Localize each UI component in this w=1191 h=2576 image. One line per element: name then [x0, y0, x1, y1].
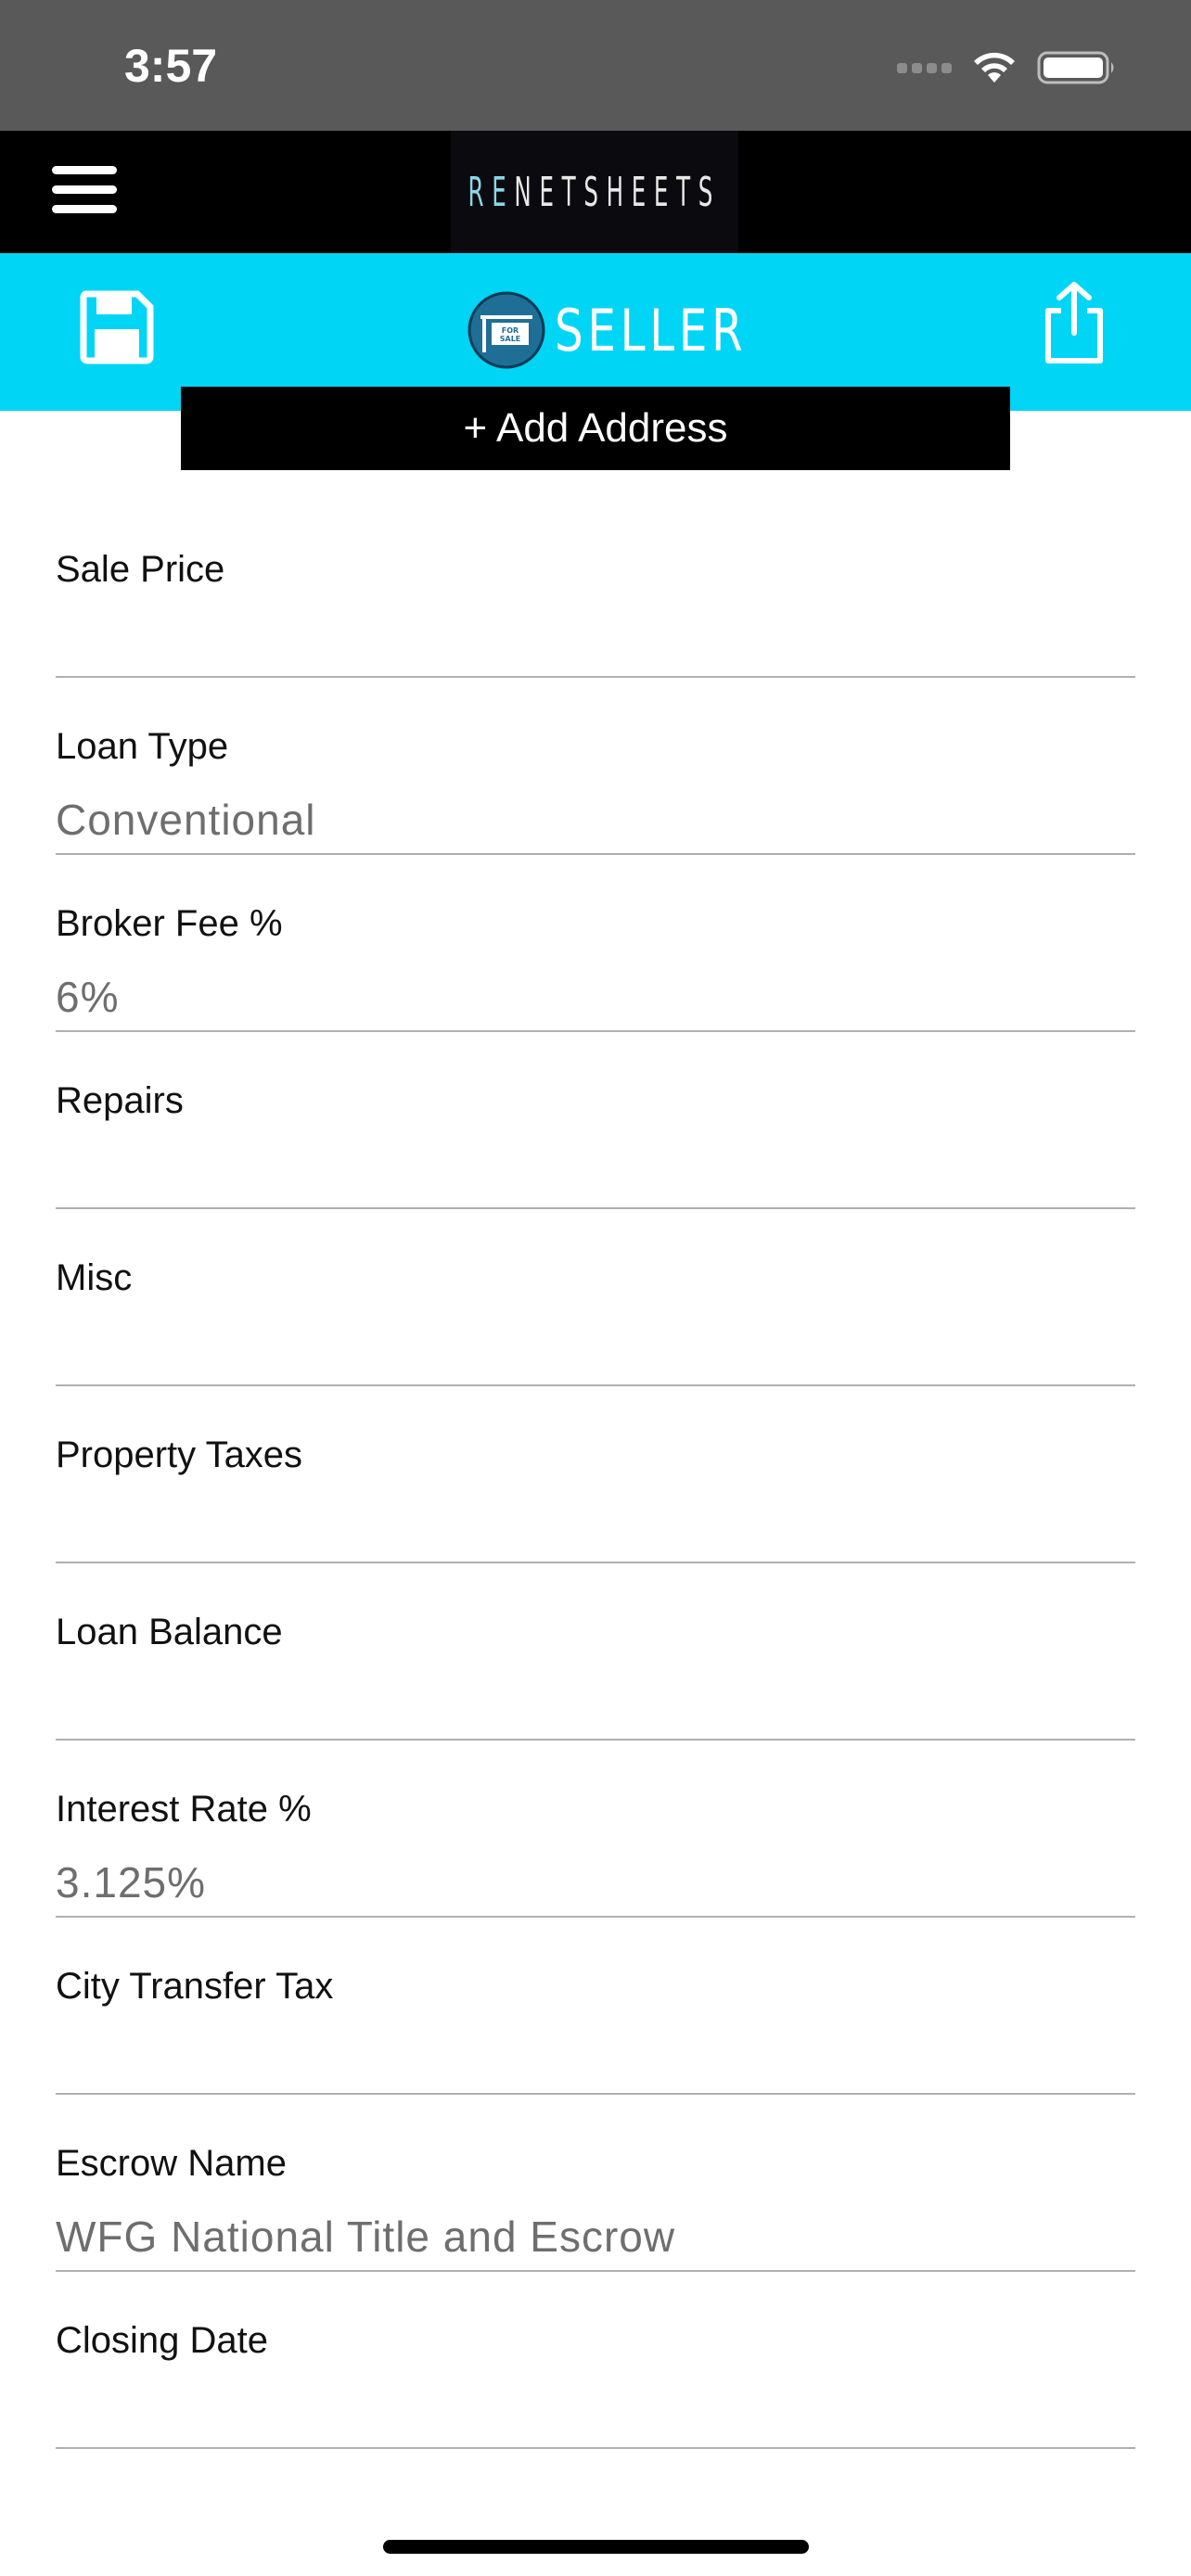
field-broker-fee[interactable]: Broker Fee % 6% — [56, 855, 1135, 1032]
status-time: 3:57 — [124, 40, 218, 92]
field-label: Interest Rate % — [56, 1789, 312, 1830]
add-address-button[interactable]: + Add Address — [181, 387, 1010, 470]
logo-prefix: RE — [467, 168, 515, 216]
field-label: Misc — [56, 1257, 133, 1298]
toolbar-title: SELLER — [555, 296, 748, 364]
field-label: Sale Price — [56, 549, 225, 590]
field-misc[interactable]: Misc — [56, 1209, 1135, 1386]
field-closing-date[interactable]: Closing Date — [56, 2272, 1135, 2449]
logo-main: NETSHEETS — [514, 168, 722, 216]
field-label: Escrow Name — [56, 2143, 287, 2184]
app-logo: RENETSHEETS — [451, 131, 738, 253]
misc-input[interactable] — [56, 1320, 1135, 1376]
field-escrow-name[interactable]: Escrow Name WFG National Title and Escro… — [56, 2095, 1135, 2272]
broker-fee-value[interactable]: 6% — [56, 972, 119, 1022]
field-label: Broker Fee % — [56, 903, 283, 944]
app-header: RENETSHEETS — [0, 131, 1191, 253]
escrow-name-value[interactable]: WFG National Title and Escrow — [56, 2212, 675, 2262]
field-label: Repairs — [56, 1080, 184, 1121]
loan-balance-input[interactable] — [56, 1675, 1135, 1730]
closing-date-input[interactable] — [56, 2383, 1135, 2439]
wifi-icon — [974, 52, 1015, 83]
logo-text: RENETSHEETS — [468, 169, 722, 216]
field-label: Closing Date — [56, 2320, 269, 2361]
field-loan-type[interactable]: Loan Type Conventional — [56, 678, 1135, 855]
field-label: Loan Type — [56, 726, 229, 767]
status-icons — [897, 45, 1117, 91]
field-city-transfer-tax[interactable]: City Transfer Tax — [56, 1918, 1135, 2095]
for-sale-sign-icon: FOR SALE — [467, 291, 545, 369]
city-transfer-tax-input[interactable] — [56, 2029, 1135, 2085]
home-indicator — [383, 2540, 809, 2554]
share-icon[interactable] — [1041, 279, 1108, 366]
field-label: City Transfer Tax — [56, 1966, 334, 2007]
seller-title: FOR SALE SELLER — [467, 290, 801, 370]
loan-type-value[interactable]: Conventional — [56, 795, 316, 845]
property-taxes-input[interactable] — [56, 1498, 1135, 1553]
field-label: Loan Balance — [56, 1612, 283, 1652]
field-repairs[interactable]: Repairs — [56, 1032, 1135, 1209]
hamburger-menu-icon[interactable] — [52, 166, 117, 218]
sale-price-input[interactable] — [56, 612, 1135, 668]
save-icon[interactable] — [80, 290, 154, 364]
field-property-taxes[interactable]: Property Taxes — [56, 1386, 1135, 1563]
field-interest-rate[interactable]: Interest Rate % 3.125% — [56, 1741, 1135, 1918]
svg-text:SALE: SALE — [500, 335, 521, 343]
battery-icon — [1037, 51, 1114, 84]
repairs-input[interactable] — [56, 1143, 1135, 1199]
field-loan-balance[interactable]: Loan Balance — [56, 1563, 1135, 1741]
field-label: Property Taxes — [56, 1435, 303, 1475]
cellular-signal-icon — [897, 62, 952, 73]
field-sale-price[interactable]: Sale Price — [56, 501, 1135, 678]
status-bar: 3:57 — [0, 0, 1191, 131]
interest-rate-value[interactable]: 3.125% — [56, 1857, 206, 1907]
seller-form: Sale Price Loan Type Conventional Broker… — [56, 501, 1135, 2449]
svg-text:FOR: FOR — [502, 326, 519, 335]
